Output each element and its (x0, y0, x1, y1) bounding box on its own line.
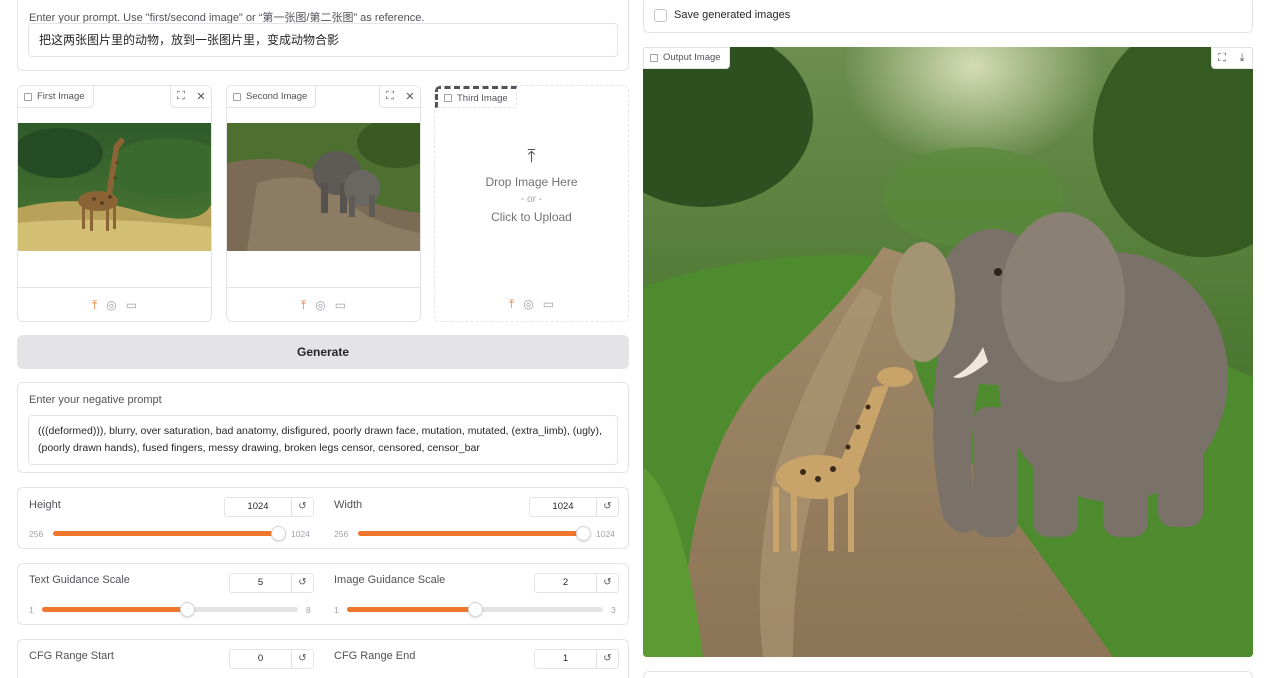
close-icon[interactable]: ✕ (191, 86, 211, 107)
text-guidance-label: Text Guidance Scale (29, 574, 130, 586)
image-icon (444, 94, 452, 102)
image-guidance-slider-fill (347, 607, 475, 612)
prompt-input[interactable]: 把这两张图片里的动物，放到一张图片里，变成动物合影 (28, 23, 618, 57)
first-image-label: First Image (37, 91, 85, 102)
fullscreen-icon[interactable]: ⛶ (1212, 48, 1232, 68)
image-icon (24, 92, 32, 101)
fullscreen-icon[interactable]: ⛶ (380, 86, 400, 107)
width-min: 256 (334, 529, 349, 539)
image-guidance-label: Image Guidance Scale (334, 574, 446, 586)
height-max: 1024 (291, 529, 310, 539)
image-guidance-slider[interactable] (347, 602, 603, 617)
save-images-checkbox[interactable] (654, 9, 667, 22)
click-to-upload-text: Click to Upload (491, 210, 572, 224)
save-images-row: Save generated images (643, 0, 1253, 33)
image-guidance-reset-icon[interactable]: ↺ (597, 573, 619, 593)
width-max: 1024 (596, 529, 615, 539)
upload-icon[interactable]: ⤒ (92, 299, 97, 311)
negative-prompt-input[interactable]: (((deformed))), blurry, over saturation,… (28, 415, 618, 465)
text-guidance-max: 8 (306, 605, 311, 615)
width-slider-thumb[interactable] (576, 526, 591, 541)
second-image-label: Second Image (246, 91, 308, 102)
output-image-tools: ⛶ ⤓ (1211, 47, 1253, 69)
cfg-range-end-label: CFG Range End (334, 650, 416, 662)
output-image-picture (643, 47, 1253, 657)
text-guidance-min: 1 (29, 605, 34, 615)
width-slider-fill (358, 531, 583, 536)
second-image-tools: ⛶ ✕ (379, 86, 420, 108)
cfg-range-start-reset-icon[interactable]: ↺ (292, 649, 314, 669)
upload-icon[interactable]: ⤒ (301, 299, 306, 311)
guidance-panel: Text Guidance Scale 5 ↺ 1 8 Image Guidan… (17, 563, 629, 625)
save-images-label: Save generated images (674, 9, 791, 21)
image-guidance-max: 3 (611, 605, 616, 615)
third-image-slot[interactable]: Third Image ⤒ Drop Image Here - or - Cli… (434, 85, 629, 322)
or-text: - or - (520, 194, 543, 205)
first-image-tools: ⛶ ✕ (170, 86, 211, 108)
upload-icon: ⤒ (527, 146, 536, 166)
webcam-icon[interactable]: ◎ (523, 298, 533, 310)
cfg-range-end-number-input[interactable]: 1 (534, 649, 597, 669)
output-image-tag: Output Image (643, 47, 730, 69)
image-icon (650, 54, 658, 62)
image-guidance-number-input[interactable]: 2 (534, 573, 597, 593)
upload-icon[interactable]: ⤒ (509, 298, 514, 310)
first-image-preview (18, 123, 211, 251)
second-image-preview (227, 123, 420, 251)
second-image-source-bar: ⤒ ◎ ▭ (227, 287, 420, 321)
text-guidance-slider-fill (42, 607, 188, 612)
cfg-range-start-number-input[interactable]: 0 (229, 649, 292, 669)
negative-prompt-panel: Enter your negative prompt (((deformed))… (17, 382, 629, 473)
height-slider-fill (53, 531, 278, 536)
clipboard-icon[interactable]: ▭ (335, 299, 346, 311)
size-panel: Height 1024 ↺ 256 1024 Width 1024 ↺ 256 … (17, 487, 629, 549)
height-slider[interactable] (53, 526, 286, 541)
lower-right-panel (643, 671, 1253, 678)
image-guidance-slider-thumb[interactable] (468, 602, 483, 617)
close-icon[interactable]: ✕ (400, 86, 420, 107)
third-image-tag: Third Image (435, 86, 517, 108)
cfg-range-start-label: CFG Range Start (29, 650, 114, 662)
width-label: Width (334, 499, 363, 511)
first-image-tag: First Image (18, 86, 94, 108)
text-guidance-number-input[interactable]: 5 (229, 573, 292, 593)
output-image: Output Image ⛶ ⤓ (643, 47, 1253, 657)
text-guidance-slider-thumb[interactable] (180, 602, 195, 617)
third-image-source-bar: ⤒ ◎ ▭ (435, 287, 628, 321)
first-image-source-bar: ⤒ ◎ ▭ (18, 287, 211, 321)
output-image-label: Output Image (663, 52, 721, 63)
text-guidance-reset-icon[interactable]: ↺ (292, 573, 314, 593)
width-slider[interactable] (358, 526, 591, 541)
download-icon[interactable]: ⤓ (1232, 48, 1252, 68)
fullscreen-icon[interactable]: ⛶ (171, 86, 191, 107)
text-guidance-slider[interactable] (42, 602, 298, 617)
third-image-label: Third Image (457, 92, 508, 104)
cfg-range-end-reset-icon[interactable]: ↺ (597, 649, 619, 669)
clipboard-icon[interactable]: ▭ (543, 298, 554, 310)
height-number-input[interactable]: 1024 (224, 497, 292, 517)
width-reset-icon[interactable]: ↺ (597, 497, 619, 517)
prompt-panel: Enter your prompt. Use "first/second ima… (17, 0, 629, 71)
image-icon (233, 92, 241, 101)
negative-prompt-label: Enter your negative prompt (29, 394, 162, 406)
height-slider-thumb[interactable] (271, 526, 286, 541)
third-image-dropzone[interactable]: ⤒ Drop Image Here - or - Click to Upload (435, 146, 628, 229)
height-label: Height (29, 499, 61, 511)
clipboard-icon[interactable]: ▭ (126, 299, 137, 311)
webcam-icon[interactable]: ◎ (106, 299, 116, 311)
height-min: 256 (29, 529, 44, 539)
image-guidance-min: 1 (334, 605, 339, 615)
generate-button[interactable]: Generate (17, 335, 629, 369)
second-image-tag: Second Image (227, 86, 317, 108)
height-reset-icon[interactable]: ↺ (292, 497, 314, 517)
second-image-slot[interactable]: Second Image ⛶ ✕ ⤒ ◎ ▭ (226, 85, 421, 322)
cfg-range-panel: CFG Range Start 0 ↺ CFG Range End 1 ↺ (17, 639, 629, 678)
drop-image-text: Drop Image Here (485, 175, 578, 189)
first-image-slot[interactable]: First Image ⛶ ✕ ⤒ ◎ ▭ (17, 85, 212, 322)
width-number-input[interactable]: 1024 (529, 497, 597, 517)
webcam-icon[interactable]: ◎ (315, 299, 325, 311)
